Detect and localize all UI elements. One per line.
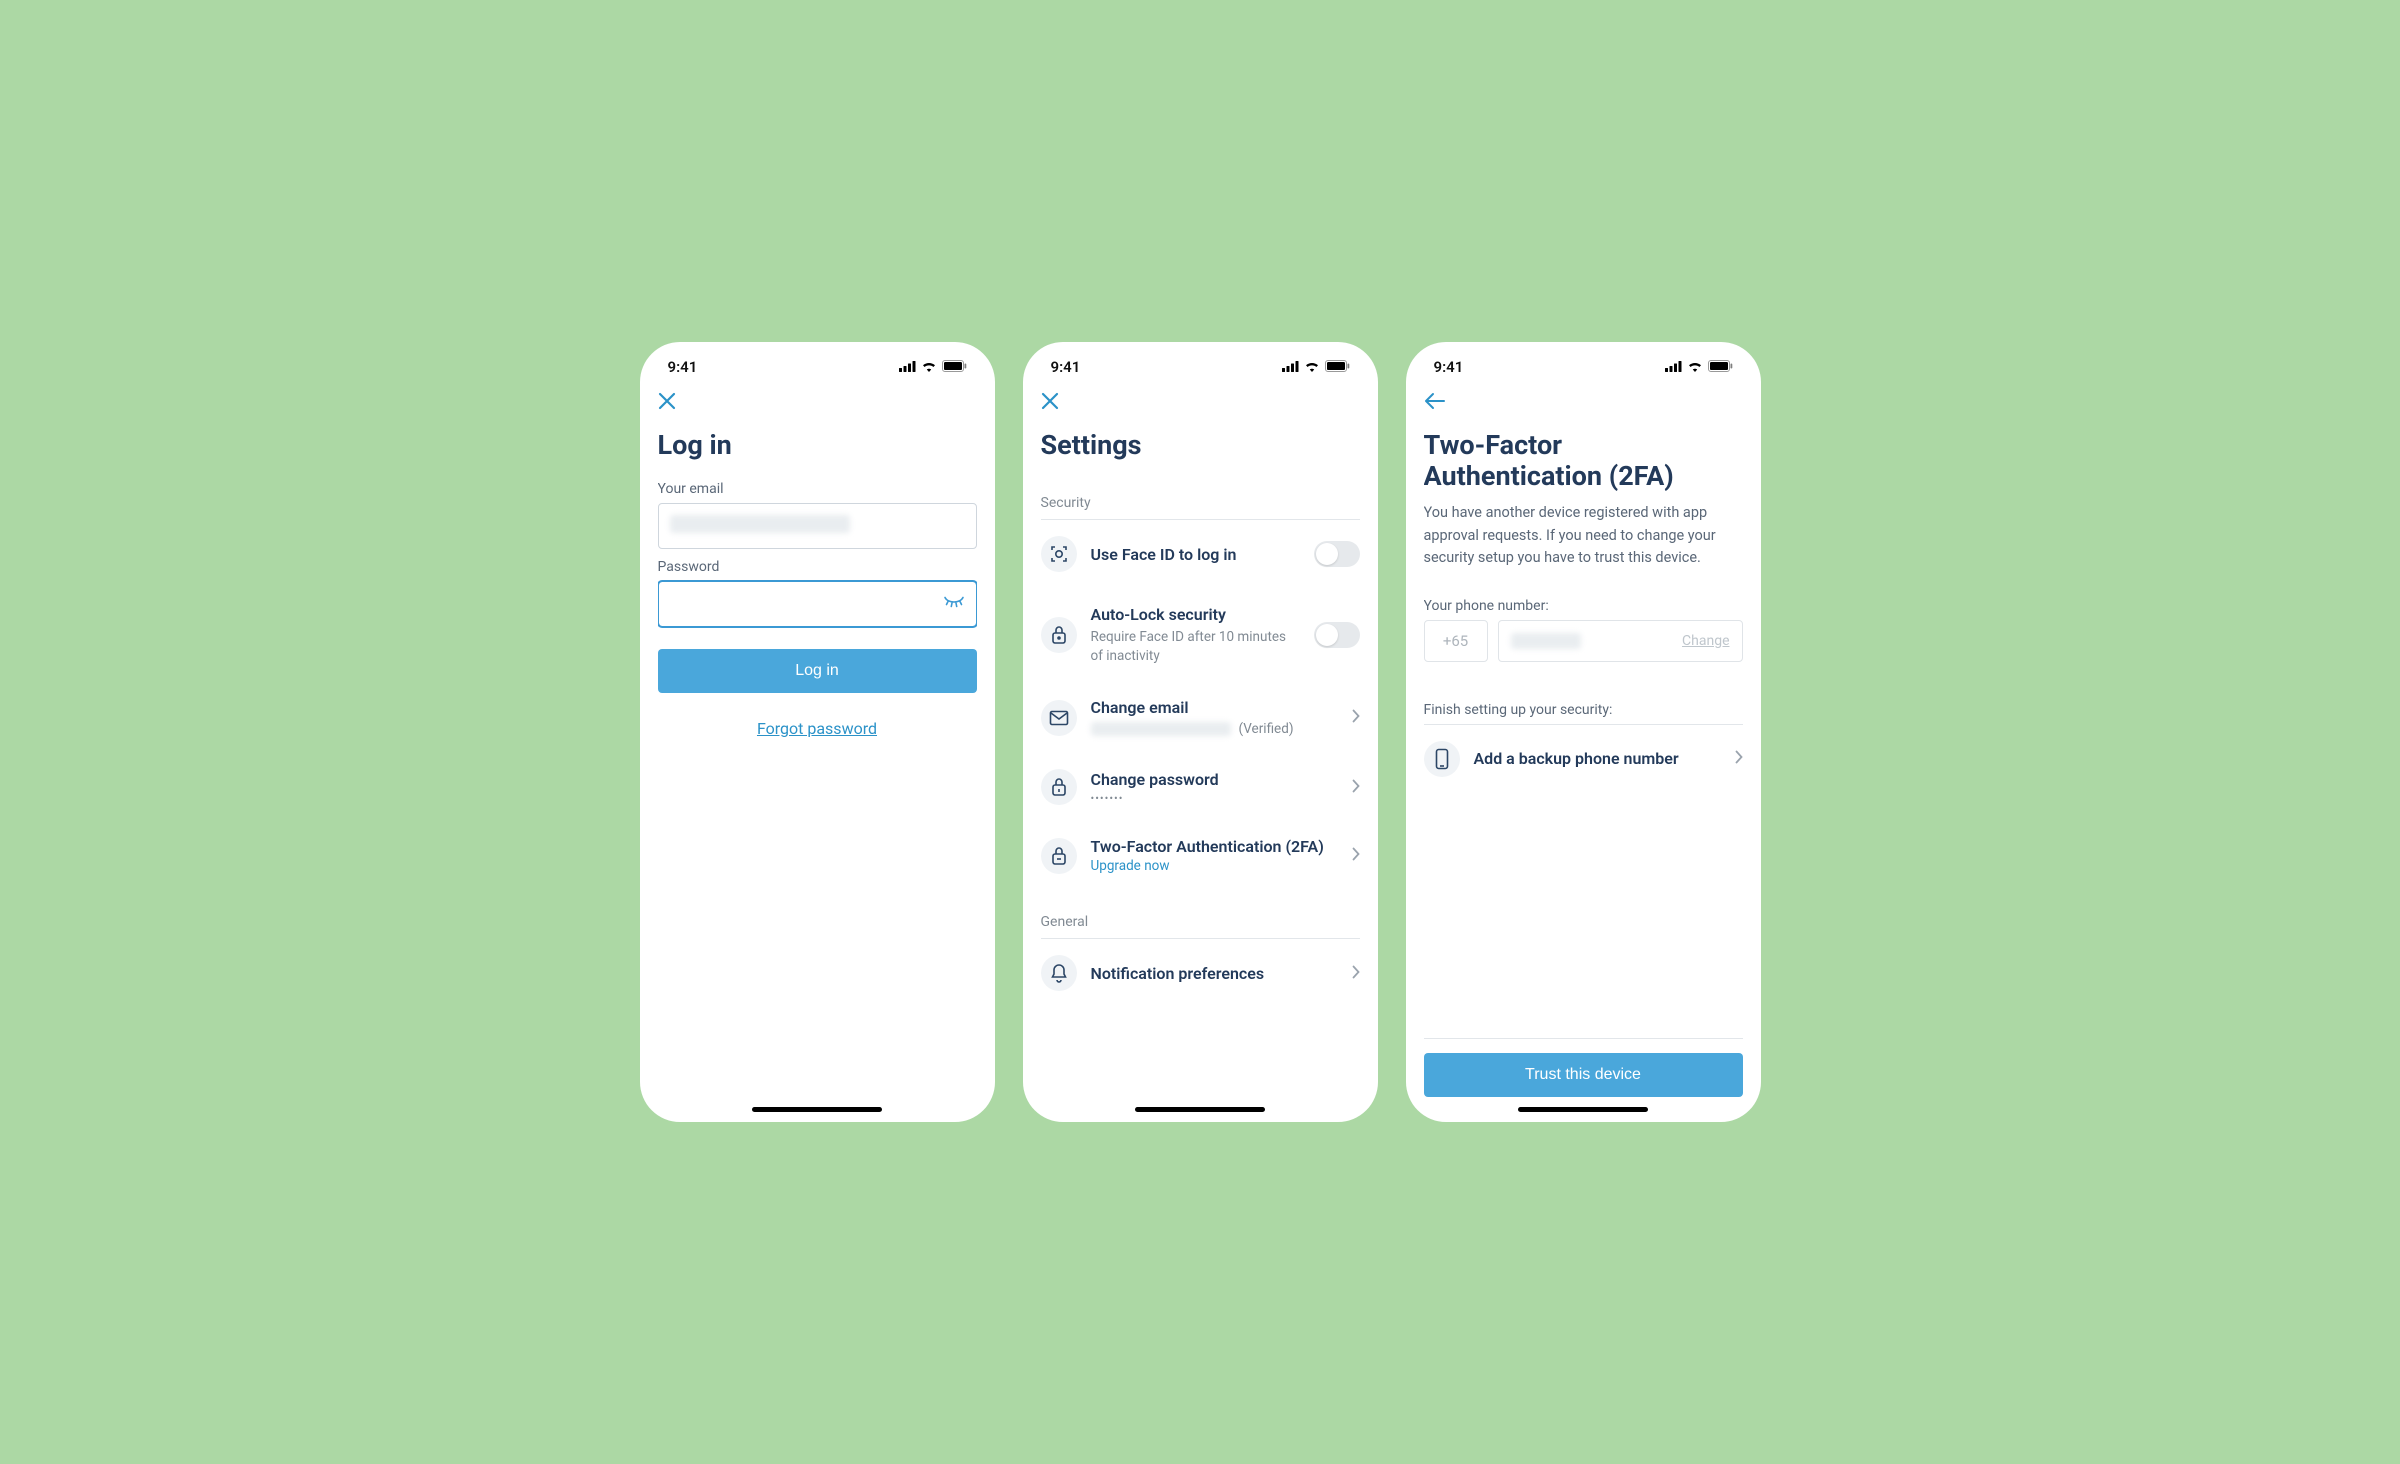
change-password-row[interactable]: Change password ••••••• [1041,753,1360,821]
change-phone-link[interactable]: Change [1682,633,1729,649]
faceid-row[interactable]: Use Face ID to log in [1041,520,1360,588]
settings-screen: 9:41 Settings Security Use Face ID to lo… [1023,342,1378,1122]
country-code-input[interactable]: +65 [1424,620,1488,662]
faceid-toggle[interactable] [1314,541,1360,567]
email-label: Your email [658,481,977,497]
home-indicator [1518,1107,1648,1112]
home-indicator [1135,1107,1265,1112]
twofa-screen: 9:41 Two-Factor Authentication (2FA) You… [1406,342,1761,1122]
shield-lock-icon [1041,838,1077,874]
password-masked: ••••••• [1091,792,1338,805]
status-bar: 9:41 [1041,356,1360,382]
signal-icon [1282,358,1299,376]
wifi-icon [921,358,937,376]
forgot-password-link[interactable]: Forgot password [658,719,977,738]
change-email-title: Change email [1091,698,1338,717]
change-email-row[interactable]: Change email xxx (Verified) [1041,682,1360,753]
twofa-row[interactable]: Two-Factor Authentication (2FA) Upgrade … [1041,821,1360,890]
status-icons [1665,358,1733,376]
chevron-right-icon [1352,964,1360,983]
phone-label: Your phone number: [1424,598,1743,614]
password-input[interactable] [658,581,977,627]
autolock-row[interactable]: Auto-Lock security Require Face ID after… [1041,588,1360,682]
status-time: 9:41 [668,358,698,376]
chevron-right-icon [1352,778,1360,797]
mail-icon [1041,700,1077,736]
finish-label: Finish setting up your security: [1424,702,1743,718]
chevron-right-icon [1735,749,1743,768]
status-icons [1282,358,1350,376]
faceid-icon [1041,536,1077,572]
status-time: 9:41 [1051,358,1081,376]
autolock-title: Auto-Lock security [1091,604,1300,626]
password-label: Password [658,559,977,575]
phone-icon [1424,741,1460,777]
notifications-row[interactable]: Notification preferences [1041,939,1360,1007]
email-value-redacted: xxxxxxxxxx [670,515,850,533]
close-icon[interactable] [1041,392,1360,410]
section-security: Security [1041,495,1360,511]
status-icons [899,358,967,376]
eye-closed-icon[interactable] [943,595,965,614]
autolock-sub: Require Face ID after 10 minutes of inac… [1091,628,1300,666]
faceid-title: Use Face ID to log in [1091,545,1300,564]
battery-icon [942,358,967,376]
backup-phone-title: Add a backup phone number [1474,749,1721,768]
phone-value-redacted: xxx [1511,633,1581,649]
twofa-title: Two-Factor Authentication (2FA) [1091,837,1338,856]
login-screen: 9:41 Log in Your email xxxxxxxxxx Passwo… [640,342,995,1122]
wifi-icon [1687,358,1703,376]
bell-icon [1041,955,1077,991]
lock-icon [1041,617,1077,653]
login-button[interactable]: Log in [658,649,977,693]
page-title: Settings [1041,430,1360,461]
autolock-toggle[interactable] [1314,622,1360,648]
chevron-right-icon [1352,708,1360,727]
page-title: Log in [658,430,977,461]
wifi-icon [1304,358,1320,376]
lock-key-icon [1041,769,1077,805]
status-time: 9:41 [1434,358,1464,376]
change-password-title: Change password [1091,770,1338,789]
status-bar: 9:41 [1424,356,1743,382]
status-bar: 9:41 [658,356,977,382]
battery-icon [1325,358,1350,376]
battery-icon [1708,358,1733,376]
phone-number-input[interactable]: xxx Change [1498,620,1743,662]
signal-icon [899,358,916,376]
back-icon[interactable] [1424,392,1743,410]
page-title: Two-Factor Authentication (2FA) [1424,430,1743,492]
section-general: General [1041,914,1360,930]
chevron-right-icon [1352,846,1360,865]
email-value-redacted: xxx [1091,722,1231,736]
signal-icon [1665,358,1682,376]
notifications-title: Notification preferences [1091,964,1338,983]
email-verified: (Verified) [1239,721,1294,737]
trust-device-button[interactable]: Trust this device [1424,1053,1743,1097]
close-icon[interactable] [658,392,977,410]
home-indicator [752,1107,882,1112]
backup-phone-row[interactable]: Add a backup phone number [1424,725,1743,793]
twofa-upgrade: Upgrade now [1091,858,1338,874]
twofa-description: You have another device registered with … [1424,502,1743,569]
